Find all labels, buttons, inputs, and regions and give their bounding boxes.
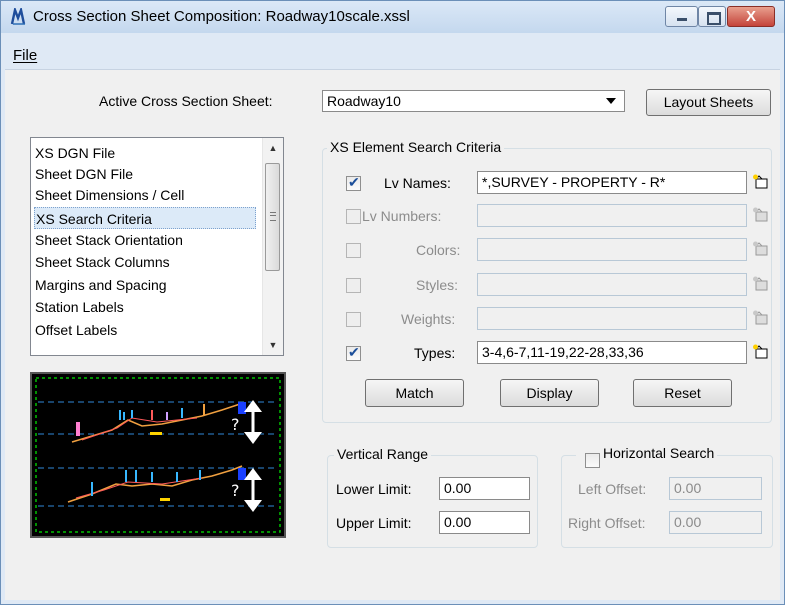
preview-drawing: ? ? xyxy=(35,377,281,533)
types-checkbox[interactable]: ✔ xyxy=(346,344,361,361)
vertical-range-title: Vertical Range xyxy=(334,446,432,462)
search-criteria-title: XS Element Search Criteria xyxy=(327,139,505,155)
right-offset-value: 0.00 xyxy=(674,514,702,530)
colors-field[interactable] xyxy=(477,238,747,261)
upper-limit-label: Upper Limit: xyxy=(336,515,412,531)
grip-icon xyxy=(270,212,276,221)
list-item[interactable]: Margins and Spacing xyxy=(35,274,257,296)
lower-limit-value: 0.00 xyxy=(444,480,472,496)
lv-numbers-field[interactable] xyxy=(477,204,747,227)
lv-names-label: Lv Names: xyxy=(384,175,451,191)
types-label: Types: xyxy=(414,345,456,361)
menu-file[interactable]: File xyxy=(13,47,37,64)
close-button[interactable]: X xyxy=(727,6,775,27)
title-bar[interactable]: Cross Section Sheet Composition: Roadway… xyxy=(1,1,784,33)
window-title: Cross Section Sheet Composition: Roadway… xyxy=(33,8,410,25)
match-button[interactable]: Match xyxy=(365,379,464,407)
scroll-down-icon[interactable]: ▼ xyxy=(263,335,283,355)
reset-button[interactable]: Reset xyxy=(633,379,732,407)
weights-checkbox[interactable] xyxy=(346,312,361,327)
cross-section-app-icon xyxy=(10,8,26,25)
vertical-range-group: Vertical Range xyxy=(327,446,538,548)
lower-limit-label: Lower Limit: xyxy=(336,481,412,497)
scroll-thumb[interactable] xyxy=(265,163,280,271)
list-item[interactable]: Sheet DGN File xyxy=(35,163,257,185)
list-item[interactable]: Station Labels xyxy=(35,296,257,318)
svg-text:?: ? xyxy=(231,481,240,500)
minimize-icon xyxy=(677,18,687,21)
active-sheet-label: Active Cross Section Sheet: xyxy=(99,93,273,109)
display-button[interactable]: Display xyxy=(500,379,599,407)
colors-checkbox[interactable] xyxy=(346,243,361,258)
main-window: Cross Section Sheet Composition: Roadway… xyxy=(0,0,785,605)
active-sheet-value: Roadway10 xyxy=(327,93,401,109)
menu-bar: File xyxy=(1,33,784,69)
list-item[interactable]: Sheet Stack Columns xyxy=(35,251,257,273)
lower-limit-field[interactable]: 0.00 xyxy=(439,477,530,500)
horizontal-search-checkbox[interactable] xyxy=(585,453,600,468)
close-icon: X xyxy=(745,8,756,25)
list-scrollbar[interactable]: ▲ ▼ xyxy=(262,138,283,355)
chevron-down-icon xyxy=(606,98,616,104)
category-listbox[interactable]: XS DGN File Sheet DGN File Sheet Dimensi… xyxy=(30,137,284,356)
weights-field[interactable] xyxy=(477,307,747,330)
list-item[interactable]: Sheet Dimensions / Cell xyxy=(35,184,257,206)
layout-sheets-button[interactable]: Layout Sheets xyxy=(646,89,771,116)
maximize-button[interactable] xyxy=(698,6,726,27)
lv-numbers-label: Lv Numbers: xyxy=(362,208,442,224)
lv-numbers-checkbox[interactable] xyxy=(346,209,361,224)
left-offset-label: Left Offset: xyxy=(578,481,647,497)
checkmark-icon: ✔ xyxy=(348,344,360,360)
scroll-up-icon[interactable]: ▲ xyxy=(263,138,283,158)
minimize-button[interactable] xyxy=(665,6,698,27)
right-offset-field[interactable]: 0.00 xyxy=(669,511,762,534)
list-item-selected[interactable]: XS Search Criteria xyxy=(34,207,256,229)
checkmark-icon: ✔ xyxy=(348,174,360,190)
upper-limit-value: 0.00 xyxy=(444,514,472,530)
styles-field[interactable] xyxy=(477,273,747,296)
level-picker-icon[interactable] xyxy=(753,174,769,190)
weights-label: Weights: xyxy=(401,311,456,327)
level-picker-icon[interactable] xyxy=(753,241,769,257)
level-picker-icon[interactable] xyxy=(753,310,769,326)
left-offset-field[interactable]: 0.00 xyxy=(669,477,762,500)
list-item[interactable]: Offset Labels xyxy=(35,319,257,341)
maximize-icon xyxy=(707,12,721,25)
types-value: 3-4,6-7,11-19,22-28,33,36 xyxy=(482,344,644,360)
level-picker-icon[interactable] xyxy=(753,344,769,360)
level-picker-icon[interactable] xyxy=(753,207,769,223)
upper-limit-field[interactable]: 0.00 xyxy=(439,511,530,534)
list-item[interactable]: XS DGN File xyxy=(35,142,257,164)
level-picker-icon[interactable] xyxy=(753,276,769,292)
svg-text:?: ? xyxy=(231,415,240,434)
dialog-client-area: Active Cross Section Sheet: Roadway10 La… xyxy=(5,69,780,600)
styles-checkbox[interactable] xyxy=(346,278,361,293)
right-offset-label: Right Offset: xyxy=(568,515,646,531)
horizontal-search-group: Horizontal Search xyxy=(561,445,773,548)
lv-names-value: *,SURVEY - PROPERTY - R* xyxy=(482,174,666,190)
colors-label: Colors: xyxy=(416,242,461,258)
types-field[interactable]: 3-4,6-7,11-19,22-28,33,36 xyxy=(477,341,747,364)
active-sheet-combobox[interactable]: Roadway10 xyxy=(322,90,625,112)
left-offset-value: 0.00 xyxy=(674,480,702,496)
styles-label: Styles: xyxy=(416,277,459,293)
list-item[interactable]: Sheet Stack Orientation xyxy=(35,229,257,251)
lv-names-checkbox[interactable]: ✔ xyxy=(346,174,361,191)
cross-section-sheet-preview: ? ? xyxy=(30,372,286,538)
lv-names-field[interactable]: *,SURVEY - PROPERTY - R* xyxy=(477,171,747,194)
